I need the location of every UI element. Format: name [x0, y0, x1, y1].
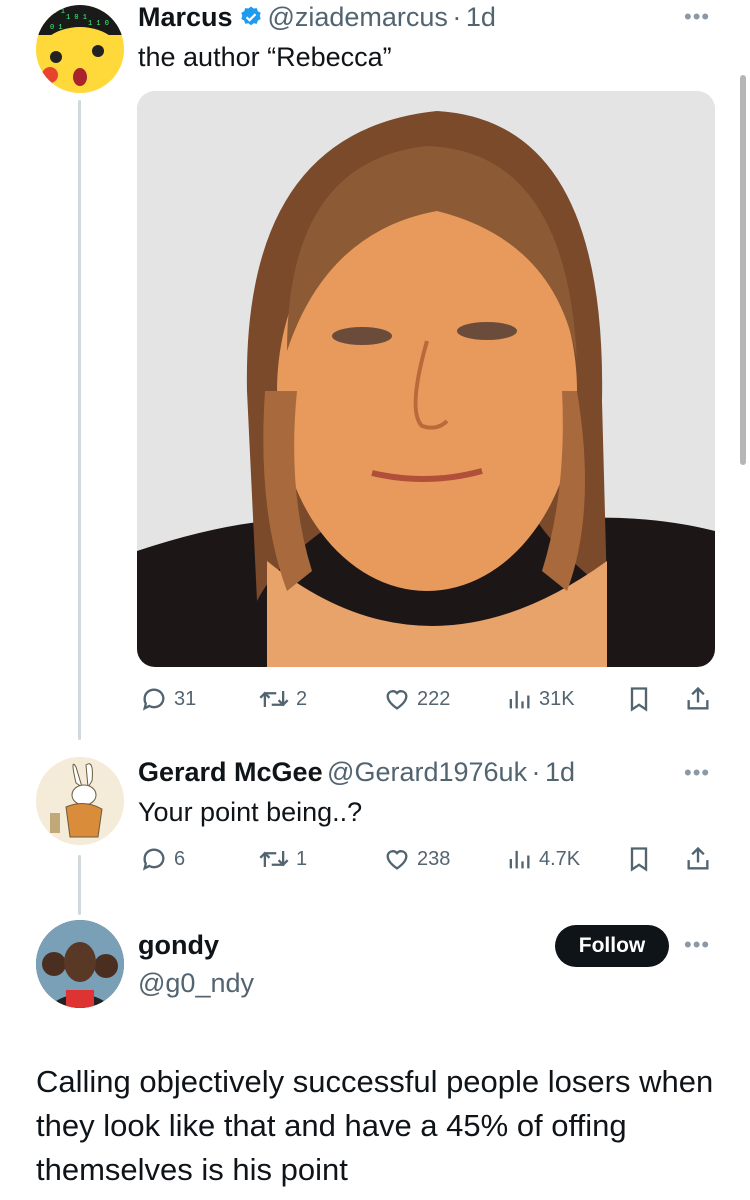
bookmark-icon — [630, 687, 648, 712]
tweet-text: Calling objectively successful people lo… — [36, 1064, 714, 1187]
tweet-text: the author “Rebecca” — [138, 42, 392, 72]
avatar-marcus[interactable]: 0 1 11 0 11 1 00 1 — [36, 5, 124, 93]
white-rabbit-avatar-icon — [36, 757, 124, 845]
more-icon[interactable]: ••• — [684, 4, 710, 30]
reply-count: 31 — [174, 687, 197, 710]
bookmark-icon — [630, 847, 648, 872]
reply-button[interactable]: 31 — [140, 685, 196, 713]
share-icon — [687, 846, 709, 870]
verified-badge-icon — [239, 5, 263, 34]
svg-text:1 0 1: 1 0 1 — [66, 14, 87, 22]
retweet-button[interactable]: 1 — [258, 845, 307, 873]
reply-count: 6 — [174, 847, 186, 870]
avatar-gerard[interactable] — [36, 757, 124, 845]
author-name[interactable]: gondy — [138, 930, 219, 961]
views-count: 31K — [539, 687, 575, 710]
reply-button[interactable]: 6 — [140, 845, 185, 873]
tweet1-header: Marcus @ziademarcus · 1d — [138, 2, 496, 34]
reply-icon — [142, 848, 165, 871]
bookmark-button[interactable] — [625, 685, 653, 713]
thread-line — [78, 100, 81, 740]
timestamp[interactable]: 1d — [466, 2, 496, 32]
like-button[interactable]: 238 — [383, 845, 450, 873]
tweet2-header: Gerard McGee @Gerard1976uk · 1d — [138, 757, 575, 788]
pikachu-avatar-icon: 0 1 11 0 11 1 00 1 — [36, 5, 124, 93]
retweet-icon — [259, 851, 289, 867]
more-icon[interactable]: ••• — [684, 932, 710, 958]
author-name[interactable]: Gerard McGee — [138, 757, 323, 787]
tweet-media-image[interactable] — [137, 91, 715, 667]
views-icon — [509, 690, 530, 709]
svg-text:0 1 1: 0 1 1 — [44, 8, 65, 16]
author-handle[interactable]: @ziademarcus — [267, 2, 447, 32]
like-count: 238 — [417, 847, 451, 870]
share-button[interactable] — [684, 685, 712, 713]
share-icon — [687, 686, 709, 710]
follow-button[interactable]: Follow — [555, 925, 669, 967]
views-icon — [509, 850, 530, 869]
group-selfie-avatar-icon — [36, 920, 124, 1008]
more-icon[interactable]: ••• — [684, 760, 710, 786]
portrait-photo — [137, 91, 715, 667]
like-icon — [386, 850, 408, 870]
like-icon — [386, 690, 408, 710]
author-handle[interactable]: @Gerard1976uk — [327, 757, 527, 787]
separator-dot: · — [452, 2, 462, 32]
scrollbar[interactable] — [740, 75, 746, 465]
author-name[interactable]: Marcus — [138, 2, 233, 32]
svg-text:1 1 0: 1 1 0 — [88, 20, 109, 28]
retweet-count: 2 — [296, 687, 308, 710]
views-button[interactable]: 31K — [505, 685, 575, 713]
views-count: 4.7K — [539, 847, 581, 870]
separator-dot: · — [531, 757, 541, 787]
timestamp[interactable]: 1d — [545, 757, 575, 787]
reply-icon — [142, 688, 165, 711]
views-button[interactable]: 4.7K — [505, 845, 580, 873]
retweet-button[interactable]: 2 — [258, 685, 307, 713]
like-count: 222 — [417, 687, 451, 710]
like-button[interactable]: 222 — [383, 685, 450, 713]
retweet-count: 1 — [296, 847, 308, 870]
tweet-text: Your point being..? — [138, 797, 363, 827]
bookmark-button[interactable] — [625, 845, 653, 873]
retweet-icon — [259, 691, 289, 707]
avatar-gondy[interactable] — [36, 920, 124, 1008]
share-button[interactable] — [684, 845, 712, 873]
author-handle[interactable]: @g0_ndy — [138, 968, 254, 999]
thread-line — [78, 855, 81, 915]
